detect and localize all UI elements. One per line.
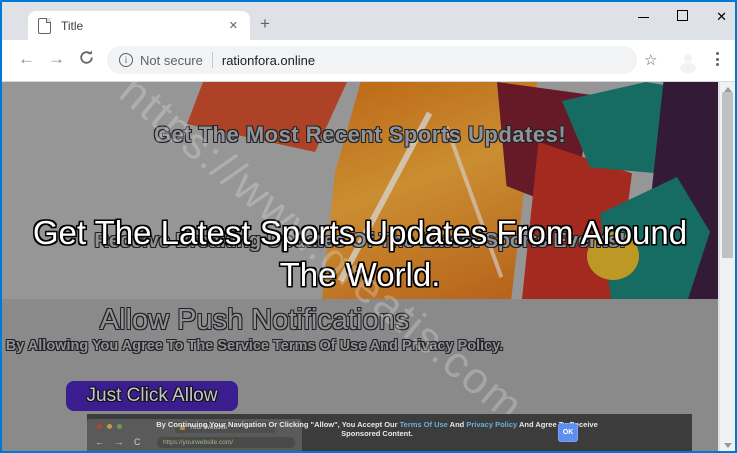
url-divider <box>212 52 213 68</box>
page-favicon-icon <box>38 18 51 34</box>
back-icon[interactable]: ← <box>18 49 35 69</box>
mock-address-bar: https://yourwebsite.com/ <box>157 437 295 448</box>
main-headline-line1: Get The Latest Sports Updates From Aroun… <box>2 212 718 254</box>
tab-close-icon[interactable]: ✕ <box>227 17 240 34</box>
consent-text: By Continuing Your Navigation Or Clickin… <box>142 420 612 438</box>
minimize-button[interactable] <box>638 8 649 26</box>
site-info-icon[interactable]: i <box>119 53 133 67</box>
forward-icon[interactable]: → <box>48 49 65 69</box>
menu-kebab-icon[interactable] <box>713 49 722 69</box>
consent-text-part2: And <box>448 420 466 429</box>
page-content: Get The Most Recent Sports Updates! Rece… <box>2 82 718 453</box>
mock-traffic-lights-icon <box>97 424 122 429</box>
refresh-icon[interactable] <box>78 49 95 71</box>
mock-nav-icons: ← → C <box>95 437 145 447</box>
browser-tab[interactable]: Title ✕ <box>28 11 250 40</box>
address-bar[interactable]: i Not secure rationfora.online <box>107 46 637 74</box>
close-window-button[interactable]: ✕ <box>716 8 727 26</box>
url-text[interactable]: rationfora.online <box>222 53 315 68</box>
scroll-down-icon[interactable] <box>720 438 735 453</box>
consent-bar: Your Website ← → C https://yourwebsite.c… <box>87 414 692 453</box>
bookmark-star-icon[interactable]: ☆ <box>644 51 657 69</box>
allow-subtitle: By Allowing You Agree To The Service Ter… <box>2 338 507 354</box>
tab-title: Title <box>61 19 227 33</box>
new-tab-button[interactable]: + <box>260 14 270 34</box>
top-headline: Get The Most Recent Sports Updates! <box>2 122 718 148</box>
allow-title: Allow Push Notifications <box>2 304 507 337</box>
main-headline: Get The Latest Sports Updates From Aroun… <box>2 212 718 296</box>
privacy-policy-link[interactable]: Privacy Policy <box>466 420 517 429</box>
scrollbar-thumb[interactable] <box>722 92 733 258</box>
maximize-button[interactable] <box>677 8 688 26</box>
just-click-allow-button[interactable]: Just Click Allow <box>66 381 238 411</box>
scrollbar[interactable] <box>720 82 735 453</box>
consent-text-part1: By Continuing Your Navigation Or Clickin… <box>156 420 399 429</box>
tab-strip: Title ✕ + ✕ <box>2 2 735 40</box>
terms-of-use-link[interactable]: Terms Of Use <box>400 420 448 429</box>
main-headline-line2: The World. <box>2 254 718 296</box>
browser-window: Title ✕ + ✕ ← → i Not secure rationfora.… <box>0 0 737 453</box>
ok-button[interactable]: OK <box>558 423 578 442</box>
window-controls: ✕ <box>638 8 727 26</box>
security-label[interactable]: Not secure <box>140 53 203 68</box>
browser-toolbar: ← → i Not secure rationfora.online ☆ <box>2 40 735 82</box>
